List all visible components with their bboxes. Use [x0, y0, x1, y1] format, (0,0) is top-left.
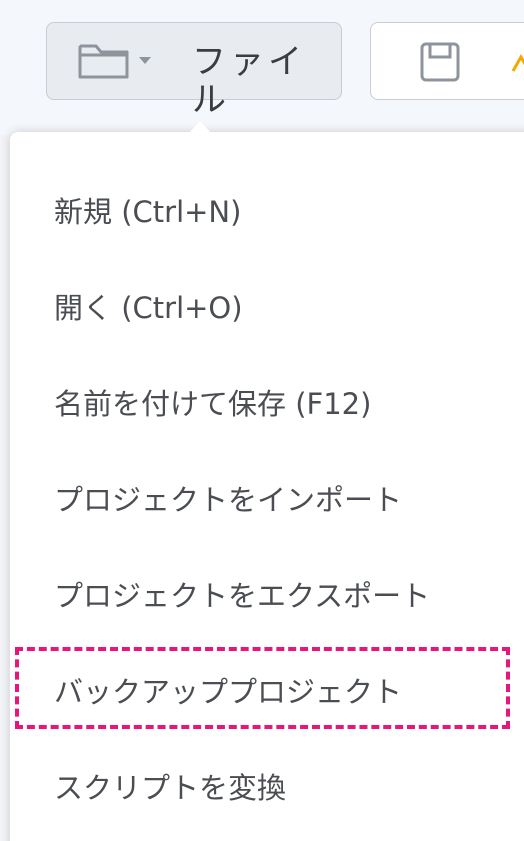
- menu-item-export-project[interactable]: プロジェクトをエクスポート: [54, 566, 514, 626]
- save-icon: [420, 42, 460, 82]
- menu-item-backup-project[interactable]: バックアッププロジェクト: [54, 662, 514, 722]
- file-menu-button[interactable]: ファイル: [46, 22, 342, 119]
- toolbar: ファイル: [0, 0, 524, 135]
- file-button-label: ファイル: [192, 42, 306, 120]
- menu-pointer-arrow: [188, 121, 212, 134]
- caret-down-icon: [139, 57, 151, 64]
- menu-item-convert-script[interactable]: スクリプトを変換: [54, 758, 514, 818]
- partial-toolbar-icon: [511, 53, 524, 72]
- folder-icon: [78, 44, 129, 79]
- menu-item-open[interactable]: 開く (Ctrl+O): [54, 278, 514, 338]
- menu-item-new[interactable]: 新規 (Ctrl+N): [54, 182, 514, 242]
- save-button[interactable]: [370, 22, 524, 100]
- app-window: ファイル 新規 (Ctrl+N) 開く (Ctrl+O) 名前を付けて保存 (F…: [0, 0, 524, 841]
- menu-item-save-as[interactable]: 名前を付けて保存 (F12): [54, 374, 514, 434]
- menu-item-import-project[interactable]: プロジェクトをインポート: [54, 470, 514, 530]
